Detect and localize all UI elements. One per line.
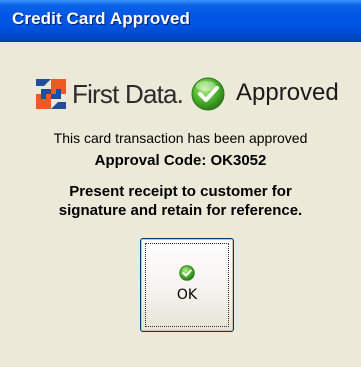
receipt-notice-line2: signature and retain for reference. bbox=[58, 202, 303, 219]
ok-button-label: OK bbox=[176, 287, 198, 303]
title-bar[interactable]: Credit Card Approved bbox=[0, 0, 361, 42]
brand-name: First Data. bbox=[72, 79, 184, 109]
check-circle-icon bbox=[191, 77, 225, 111]
check-circle-icon bbox=[179, 265, 195, 281]
approved-status: Approved bbox=[236, 79, 339, 106]
window-title: Credit Card Approved bbox=[12, 9, 191, 28]
first-data-logo-icon bbox=[36, 79, 66, 109]
receipt-notice-line1: Present receipt to customer for bbox=[69, 183, 292, 200]
approval-dialog: Credit Card Approved First Data. Approve… bbox=[0, 0, 361, 367]
approval-code: Approval Code: OK3052 bbox=[94, 152, 267, 169]
transaction-message: This card transaction has been approved bbox=[53, 130, 308, 146]
brand-row: First Data. Approved bbox=[0, 70, 361, 124]
focus-rectangle bbox=[145, 243, 229, 327]
ok-button[interactable]: OK bbox=[140, 238, 234, 332]
